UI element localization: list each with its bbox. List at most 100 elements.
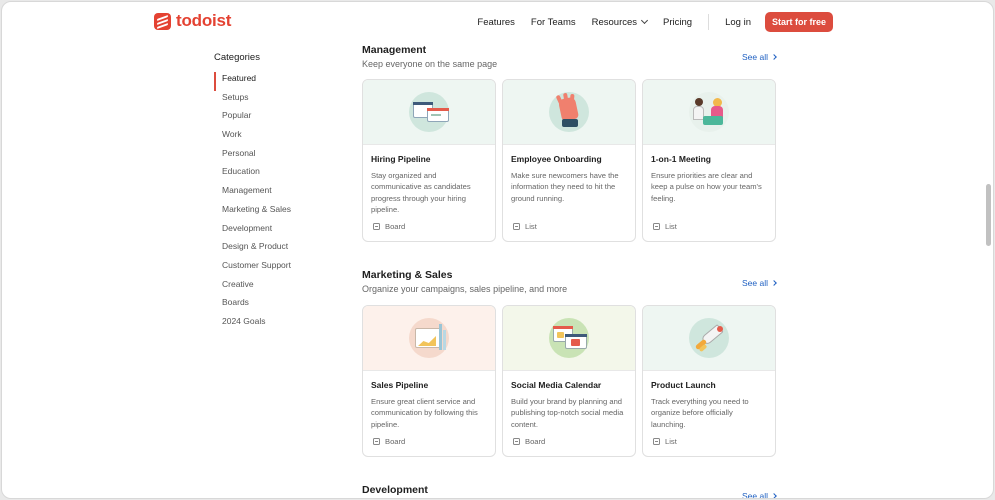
template-card-employee-onboarding[interactable]: Employee Onboarding Make sure newcomers … [502, 79, 636, 242]
sidebar-title: Categories [214, 52, 260, 63]
sidebar-item-marketing-sales[interactable]: Marketing & Sales [214, 203, 334, 222]
see-all-label: See all [742, 278, 768, 288]
see-all-link[interactable]: See all [742, 491, 777, 499]
nav-divider [708, 14, 710, 30]
see-all-label: See all [742, 52, 768, 62]
page-scrollbar[interactable] [986, 2, 992, 498]
brand-name: todoist [176, 11, 232, 30]
card-title: Sales Pipeline [371, 380, 429, 390]
sidebar-item-setups[interactable]: Setups [214, 91, 334, 110]
sidebar-item-work[interactable]: Work [214, 128, 334, 147]
chevron-right-icon [771, 54, 777, 60]
sidebar-item-featured[interactable]: Featured [214, 72, 334, 91]
section-management: Management Keep everyone on the same pag… [362, 44, 777, 244]
section-development: Development See all [362, 484, 777, 499]
card-type-label: List [525, 222, 537, 231]
sidebar-item-design-product[interactable]: Design & Product [214, 240, 334, 259]
nav-resources[interactable]: Resources [591, 16, 649, 28]
card-type: Board [373, 437, 405, 446]
nav-for-teams[interactable]: For Teams [531, 17, 576, 28]
card-illustration [503, 306, 635, 371]
chevron-down-icon [641, 16, 649, 25]
card-title: Hiring Pipeline [371, 154, 431, 164]
template-cards: Hiring Pipeline Stay organized and commu… [362, 79, 776, 242]
card-illustration [363, 80, 495, 145]
section-subtitle: Organize your campaigns, sales pipeline,… [362, 284, 568, 294]
rocket-illustration-icon [689, 318, 729, 358]
sidebar-item-creative[interactable]: Creative [214, 278, 334, 297]
main-nav: Features For Teams Resources Pricing Log… [461, 12, 833, 32]
board-icon [373, 438, 380, 445]
sidebar-item-management[interactable]: Management [214, 184, 334, 203]
card-description: Build your brand by planning and publish… [511, 397, 624, 429]
card-type: Board [513, 437, 545, 446]
sidebar-item-personal[interactable]: Personal [214, 147, 334, 166]
section-subtitle: Keep everyone on the same page [362, 59, 498, 69]
sidebar-item-customer-support[interactable]: Customer Support [214, 259, 334, 278]
section-title: Management [362, 44, 427, 56]
nav-resources-label: Resources [591, 16, 638, 28]
card-type-label: Board [385, 222, 406, 231]
chevron-right-icon [771, 493, 777, 498]
see-all-link[interactable]: See all [742, 52, 777, 62]
browser-page: todoist Features For Teams Resources Pri… [1, 1, 994, 499]
list-icon [513, 223, 520, 230]
card-description: Track everything you need to organize be… [651, 397, 749, 429]
categories-sidebar: Categories Featured Setups Popular Work … [214, 52, 334, 334]
card-description: Ensure priorities are clear and keep a p… [651, 171, 762, 203]
template-card-1-on-1-meeting[interactable]: 1-on-1 Meeting Ensure priorities are cle… [642, 79, 776, 242]
card-description: Stay organized and communicative as cand… [371, 171, 471, 214]
card-type-label: Board [385, 437, 406, 446]
card-type: List [653, 437, 677, 446]
chevron-right-icon [771, 280, 777, 286]
card-title: Product Launch [651, 380, 716, 390]
card-title: Social Media Calendar [511, 380, 602, 390]
start-for-free-button[interactable]: Start for free [764, 12, 833, 32]
template-card-product-launch[interactable]: Product Launch Track everything you need… [642, 305, 776, 457]
sales-chart-illustration-icon [409, 318, 449, 358]
card-type-label: List [665, 222, 677, 231]
card-title: 1-on-1 Meeting [651, 154, 711, 164]
template-card-hiring-pipeline[interactable]: Hiring Pipeline Stay organized and commu… [362, 79, 496, 242]
board-icon [373, 223, 380, 230]
see-all-label: See all [742, 491, 768, 499]
board-icon [513, 438, 520, 445]
card-illustration [643, 306, 775, 371]
social-calendar-illustration-icon [549, 318, 589, 358]
template-card-sales-pipeline[interactable]: Sales Pipeline Ensure great client servi… [362, 305, 496, 457]
card-type: List [653, 222, 677, 231]
list-icon [653, 223, 660, 230]
card-description: Make sure newcomers have the information… [511, 171, 619, 203]
section-title: Development [362, 484, 428, 496]
card-title: Employee Onboarding [511, 154, 602, 164]
sidebar-item-boards[interactable]: Boards [214, 296, 334, 315]
sidebar-item-development[interactable]: Development [214, 222, 334, 241]
waving-hand-illustration-icon [549, 92, 589, 132]
card-description: Ensure great client service and communic… [371, 397, 478, 429]
todoist-logo-icon [154, 12, 171, 30]
template-card-social-media-calendar[interactable]: Social Media Calendar Build your brand b… [502, 305, 636, 457]
card-type: List [513, 222, 537, 231]
card-type-label: List [665, 437, 677, 446]
list-icon [653, 438, 660, 445]
scrollbar-thumb[interactable] [986, 184, 991, 246]
card-illustration [503, 80, 635, 145]
todoist-logo[interactable]: todoist [154, 11, 231, 31]
see-all-link[interactable]: See all [742, 278, 777, 288]
card-illustration [643, 80, 775, 145]
card-type-label: Board [525, 437, 546, 446]
top-header: todoist Features For Teams Resources Pri… [2, 2, 993, 40]
card-type: Board [373, 222, 405, 231]
meeting-people-illustration-icon [689, 92, 729, 132]
nav-pricing[interactable]: Pricing [663, 17, 692, 28]
sidebar-item-2024-goals[interactable]: 2024 Goals [214, 315, 334, 334]
section-title: Marketing & Sales [362, 269, 453, 281]
card-illustration [363, 306, 495, 371]
section-marketing-sales: Marketing & Sales Organize your campaign… [362, 269, 777, 469]
template-cards: Sales Pipeline Ensure great client servi… [362, 305, 776, 457]
hiring-board-illustration-icon [409, 92, 449, 132]
nav-features[interactable]: Features [477, 17, 515, 28]
sidebar-item-education[interactable]: Education [214, 165, 334, 184]
login-link[interactable]: Log in [725, 17, 751, 28]
sidebar-item-popular[interactable]: Popular [214, 109, 334, 128]
